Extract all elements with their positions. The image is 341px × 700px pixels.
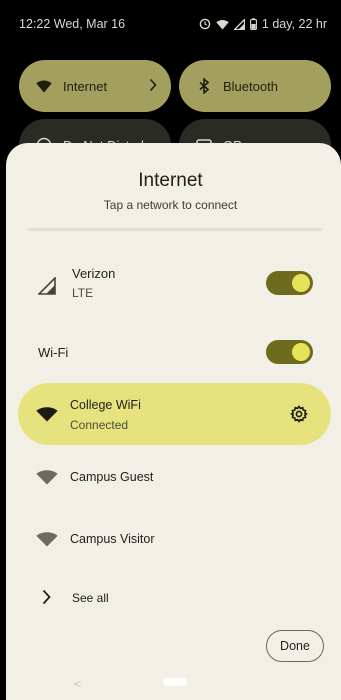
- mobile-network-type: LTE: [72, 286, 94, 300]
- mobile-data-toggle[interactable]: [266, 271, 313, 295]
- tile-internet[interactable]: Internet: [19, 60, 171, 112]
- wifi-icon: [36, 532, 58, 552]
- sheet-title: Internet: [138, 170, 203, 191]
- sheet-subtitle: Tap a network to connect: [103, 198, 238, 212]
- mobile-network-name: Verizon: [72, 266, 116, 281]
- done-button[interactable]: Done: [266, 630, 324, 662]
- toggle-knob: [292, 274, 310, 292]
- network-name: College WiFi: [70, 398, 141, 412]
- chevron-right-icon: [42, 589, 51, 610]
- see-all-label: See all: [72, 591, 109, 605]
- tile-label: Bluetooth: [223, 78, 278, 94]
- wifi-toggle[interactable]: [266, 340, 313, 364]
- network-item-college-wifi[interactable]: College WiFi Connected: [18, 383, 331, 445]
- settings-gear-icon[interactable]: [290, 405, 308, 428]
- bluetooth-icon: [195, 77, 213, 95]
- wifi-full-icon: [36, 407, 58, 427]
- toggle-knob: [292, 343, 310, 361]
- wifi-icon: [36, 470, 58, 490]
- network-name: Campus Guest: [70, 470, 154, 484]
- wifi-icon: [35, 77, 53, 95]
- nav-home-handle[interactable]: [163, 678, 187, 686]
- tile-bluetooth[interactable]: Bluetooth: [179, 60, 331, 112]
- network-item-campus-guest[interactable]: Campus Guest: [18, 462, 331, 492]
- network-name: Campus Visitor: [70, 532, 155, 546]
- network-item-campus-visitor[interactable]: Campus Visitor: [18, 524, 331, 554]
- wifi-label: Wi-Fi: [38, 344, 69, 360]
- chevron-right-icon: [149, 78, 157, 95]
- divider: [28, 228, 322, 231]
- network-status: Connected: [70, 418, 129, 432]
- cell-signal-icon: [37, 276, 56, 300]
- nav-back-icon[interactable]: <: [74, 677, 81, 691]
- see-all-row[interactable]: See all: [18, 585, 331, 611]
- tile-label: Internet: [63, 78, 108, 94]
